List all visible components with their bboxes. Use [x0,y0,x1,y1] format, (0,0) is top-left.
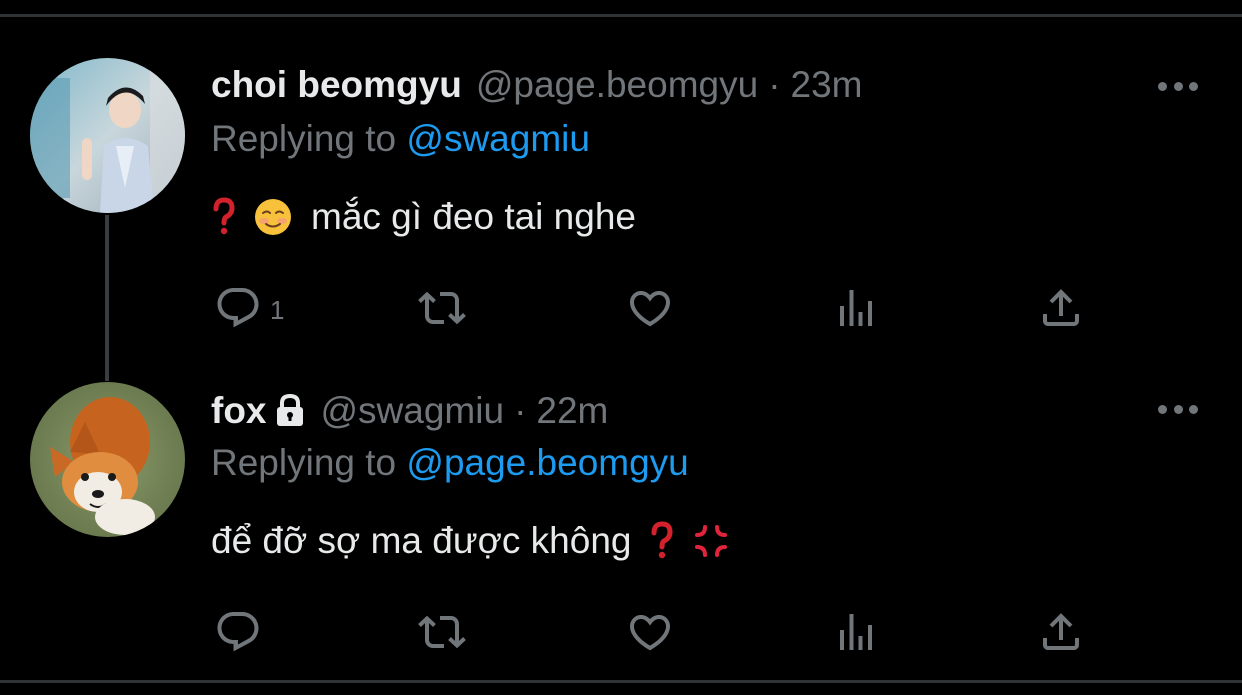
share-icon [1037,284,1085,337]
like-icon [626,608,674,661]
tweet-text: để đỡ sợ ma được không [211,520,632,561]
timestamp[interactable]: 23m [791,64,863,106]
avatar[interactable] [30,382,185,537]
like-button[interactable] [626,608,674,661]
retweet-icon [418,608,466,661]
share-button[interactable] [1037,608,1085,661]
share-button[interactable] [1037,284,1085,337]
views-button[interactable] [832,284,880,337]
replying-to-line: Replying to @page.beomgyu [211,442,689,484]
separator: · [514,390,527,431]
views-icon [832,284,880,337]
tweet-header: choi beomgyu @page.beomgyu · 23m [211,64,863,106]
lock-icon [273,393,307,429]
tweet-header: fox @swagmiu · 22m [211,390,608,432]
tweet-text-row: để đỡ sợ ma được không [211,520,739,562]
smiling-face-emoji [253,197,293,237]
display-name[interactable]: fox [211,390,267,432]
username[interactable]: @swagmiu [321,390,505,432]
timestamp[interactable]: 22m [536,390,608,432]
anger-symbol-emoji [691,521,731,561]
views-icon [832,608,880,661]
views-button[interactable] [832,608,880,661]
more-icon[interactable] [1158,80,1198,92]
reply-button[interactable] [214,608,270,661]
reply-icon [214,608,262,661]
retweet-button[interactable] [418,284,466,337]
retweet-button[interactable] [418,608,466,661]
more-icon[interactable] [1158,403,1198,415]
like-button[interactable] [626,284,674,337]
replying-to-line: Replying to @swagmiu [211,118,590,160]
retweet-icon [418,284,466,337]
separator: · [768,64,781,105]
reply-button[interactable]: 1 [214,284,284,337]
avatar[interactable] [30,58,185,213]
replying-prefix: Replying to [211,442,397,483]
action-bar: 1 [0,284,1242,334]
action-bar [0,608,1242,658]
tweet-text-row: mắc gì đeo tai nghe [211,196,636,238]
username[interactable]: @page.beomgyu [476,64,758,106]
top-divider [0,14,1242,17]
share-icon [1037,608,1085,661]
question-mark-emoji [211,197,237,237]
question-mark-emoji [649,521,675,561]
display-name[interactable]: choi beomgyu [211,64,462,106]
bottom-divider [0,680,1242,683]
replying-prefix: Replying to [211,118,397,159]
like-icon [626,284,674,337]
reply-count: 1 [270,295,285,325]
replying-to-mention[interactable]: @swagmiu [406,118,590,159]
replying-to-mention[interactable]: @page.beomgyu [406,442,688,483]
reply-icon [214,284,262,337]
tweet-text: mắc gì đeo tai nghe [311,196,636,237]
